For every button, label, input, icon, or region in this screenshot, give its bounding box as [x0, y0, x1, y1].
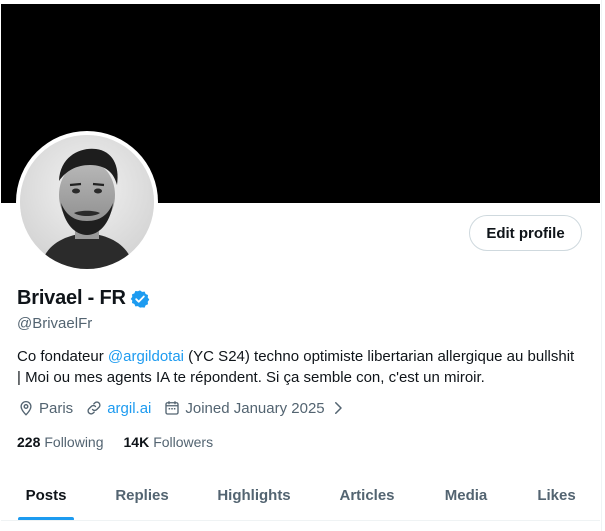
tab-label: Posts — [25, 486, 67, 504]
tab-posts[interactable]: Posts — [1, 469, 91, 521]
following-link[interactable]: 228 Following — [17, 434, 104, 450]
location-pin-icon — [20, 401, 32, 416]
tab-highlights[interactable]: Highlights — [193, 469, 315, 521]
bio-text-start: Co fondateur — [17, 348, 108, 365]
verified-badge-icon[interactable] — [130, 289, 150, 309]
avatar-frame[interactable] — [16, 131, 158, 273]
tab-label: Media — [444, 486, 488, 504]
bio: Co fondateur @argildotai (YC S24) techno… — [17, 346, 577, 388]
tab-label: Likes — [537, 486, 576, 504]
tab-media[interactable]: Media — [419, 469, 513, 521]
tab-likes[interactable]: Likes — [513, 469, 600, 521]
following-count: 228 — [17, 434, 41, 450]
profile-meta: Paris argil.ai Joined January 2025 — [17, 399, 363, 417]
tab-label: Articles — [339, 486, 395, 504]
joined-text: Joined January 2025 — [185, 399, 325, 417]
tabs-divider — [1, 520, 600, 521]
website[interactable]: argil.ai — [85, 399, 151, 417]
location: Paris — [17, 399, 73, 417]
handle: @BrivaelFr — [17, 315, 93, 332]
bio-mention-link[interactable]: @argildotai — [108, 348, 184, 365]
display-name: Brivael - FR — [17, 287, 126, 309]
tab-label: Highlights — [217, 486, 291, 504]
location-text: Paris — [39, 399, 74, 417]
tab-label: Replies — [115, 486, 169, 504]
chevron-right-icon[interactable] — [329, 399, 347, 417]
edit-profile-button[interactable]: Edit profile — [469, 215, 582, 251]
calendar-icon — [165, 401, 180, 415]
avatar-portrait-image — [20, 135, 154, 269]
following-label: Following — [44, 434, 104, 450]
website-link[interactable]: argil.ai — [107, 400, 151, 417]
tab-articles[interactable]: Articles — [315, 469, 419, 521]
follow-stats: 228 Following 14K Followers — [17, 434, 233, 450]
tab-replies[interactable]: Replies — [91, 469, 193, 521]
profile-panel: Edit profile Brivael - FR @BrivaelFr Co … — [0, 0, 602, 531]
followers-link[interactable]: 14K Followers — [124, 434, 214, 450]
joined-date[interactable]: Joined January 2025 — [163, 399, 350, 417]
followers-label: Followers — [153, 434, 214, 450]
followers-count: 14K — [123, 434, 150, 450]
profile-tabs: Posts Replies Highlights Articles Media … — [1, 469, 600, 521]
name-row: Brivael - FR — [17, 287, 150, 310]
link-icon — [87, 401, 101, 415]
avatar[interactable] — [20, 135, 154, 269]
